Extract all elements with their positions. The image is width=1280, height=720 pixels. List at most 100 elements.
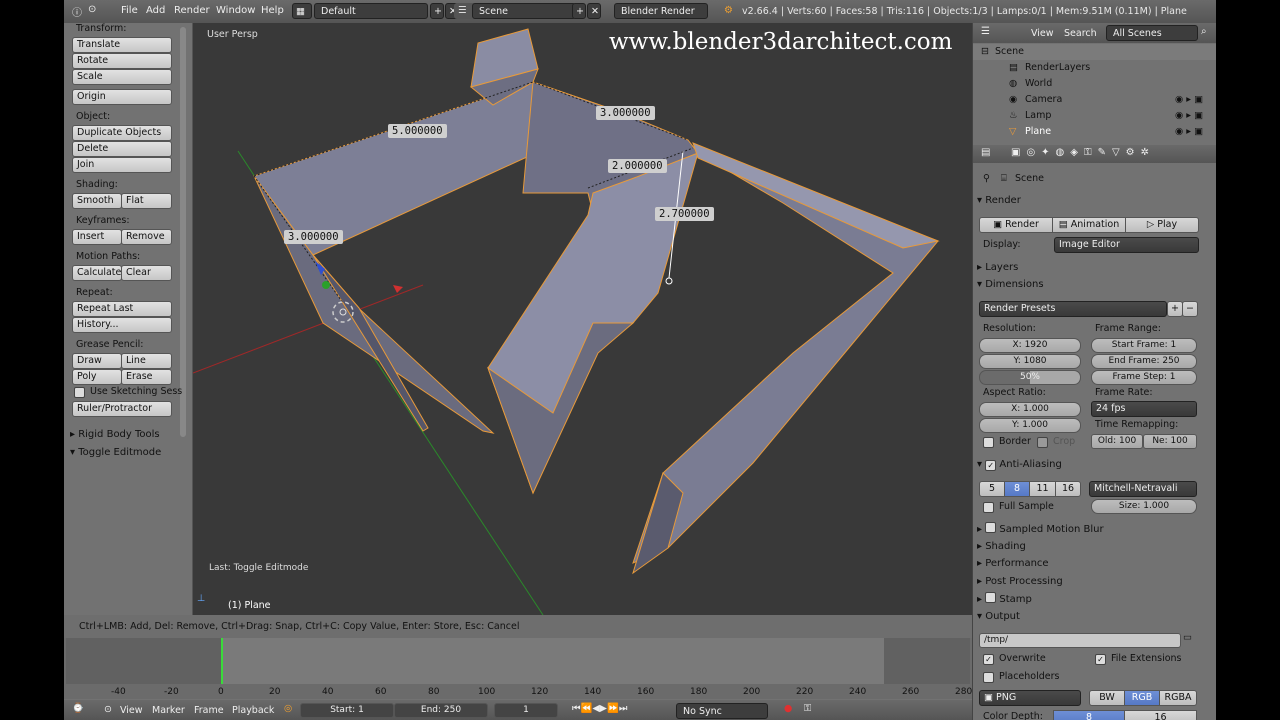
- end-frame-field[interactable]: End: 250: [394, 703, 488, 718]
- menu-toggle-icon[interactable]: ⊙: [104, 704, 112, 715]
- menu-add[interactable]: Add: [146, 5, 165, 16]
- outliner-filter-selector[interactable]: All Scenes: [1106, 25, 1198, 41]
- folder-browse-icon[interactable]: ▭: [1183, 632, 1192, 643]
- duplicate-objects-button[interactable]: Duplicate Objects: [72, 125, 172, 141]
- output-panel-header[interactable]: ▾ Output: [977, 609, 1205, 625]
- timeline-editor[interactable]: -40 -20 0 20 40 60 80 100 120 140 160 18…: [64, 638, 972, 699]
- render-presets-selector[interactable]: Render Presets: [979, 301, 1167, 317]
- search-icon[interactable]: ⌕: [1201, 26, 1207, 37]
- end-frame-field[interactable]: End Frame: 250: [1091, 354, 1197, 369]
- render-panel-header[interactable]: ▾ Render: [977, 193, 1205, 209]
- remove-preset-icon[interactable]: −: [1182, 301, 1198, 317]
- output-path-input[interactable]: /tmp/: [979, 633, 1181, 648]
- scene-close-icon[interactable]: ✕: [587, 3, 601, 19]
- insert-keyframe-button[interactable]: Insert: [72, 229, 122, 245]
- timeline-menu-playback[interactable]: Playback: [232, 705, 274, 716]
- timeline-menu-marker[interactable]: Marker: [152, 705, 185, 716]
- current-frame-field[interactable]: 1: [494, 703, 558, 718]
- start-frame-field[interactable]: Start Frame: 1: [1091, 338, 1197, 353]
- menu-help[interactable]: Help: [261, 5, 284, 16]
- outliner-row-plane[interactable]: ▽ Plane ◉ ▸ ▣: [973, 124, 1216, 140]
- frame-rate-selector[interactable]: 24 fps: [1091, 401, 1197, 417]
- outliner-row-world[interactable]: ◍ World: [973, 76, 1216, 92]
- aspect-y-field[interactable]: Y: 1.000: [979, 418, 1081, 433]
- toggle-editmode-panel-header[interactable]: ▾ Toggle Editmode: [70, 447, 161, 458]
- motion-blur-panel-header[interactable]: ▸ Sampled Motion Blur: [977, 521, 1205, 537]
- ruler-protractor-button[interactable]: Ruler/Protractor: [72, 401, 172, 417]
- aspect-x-field[interactable]: X: 1.000: [979, 402, 1081, 417]
- color-mode-rgba[interactable]: RGBA: [1159, 690, 1197, 706]
- record-icon[interactable]: ●: [784, 703, 792, 714]
- outliner-editor-icon[interactable]: ☰: [981, 26, 990, 37]
- anti-aliasing-checkbox[interactable]: ✓: [985, 460, 997, 471]
- add-preset-icon[interactable]: +: [1167, 301, 1183, 317]
- resolution-y-field[interactable]: Y: 1080: [979, 354, 1081, 369]
- scene-add-icon[interactable]: +: [572, 3, 586, 19]
- time-remap-old-field[interactable]: Old: 100: [1091, 434, 1143, 449]
- menu-window[interactable]: Window: [216, 5, 255, 16]
- full-sample-checkbox[interactable]: [983, 502, 994, 513]
- color-mode-rgb[interactable]: RGB: [1124, 690, 1160, 706]
- sketching-checkbox[interactable]: [74, 387, 85, 398]
- keying-set-icon[interactable]: ⚿: [804, 703, 811, 714]
- color-mode-bw[interactable]: BW: [1089, 690, 1125, 706]
- 3d-viewport[interactable]: User Persp www.blender3darchitect.com 5.…: [193, 23, 972, 615]
- placeholders-checkbox[interactable]: [983, 672, 994, 683]
- filter-size-field[interactable]: Size: 1.000: [1091, 499, 1197, 514]
- draw-button[interactable]: Draw: [72, 353, 122, 369]
- playback-controls-icon[interactable]: ⏮⏪◀▶⏩⏭: [572, 703, 627, 714]
- menu-toggle-icon[interactable]: ⊙: [88, 4, 96, 15]
- erase-button[interactable]: Erase: [121, 369, 172, 385]
- rotate-button[interactable]: Rotate: [72, 53, 172, 69]
- poly-button[interactable]: Poly: [72, 369, 122, 385]
- flat-button[interactable]: Flat: [121, 193, 172, 209]
- render-engine-selector[interactable]: Blender Render: [614, 3, 708, 19]
- color-depth-16[interactable]: 16: [1124, 710, 1197, 720]
- current-frame-marker[interactable]: [221, 638, 223, 684]
- outliner-row-lamp[interactable]: ♨ Lamp ◉ ▸ ▣: [973, 108, 1216, 124]
- clear-button[interactable]: Clear: [121, 265, 172, 281]
- properties-editor-icon[interactable]: ▤: [981, 147, 990, 158]
- dimensions-panel-header[interactable]: ▾ Dimensions: [977, 277, 1205, 293]
- preview-range-icon[interactable]: ◎: [284, 703, 292, 714]
- resolution-x-field[interactable]: X: 1920: [979, 338, 1081, 353]
- crop-checkbox[interactable]: [1037, 437, 1048, 448]
- motion-blur-checkbox[interactable]: [985, 522, 997, 533]
- aa-samples-8[interactable]: 8: [1004, 481, 1030, 497]
- calculate-button[interactable]: Calculate: [72, 265, 122, 281]
- aa-samples-5[interactable]: 5: [979, 481, 1005, 497]
- delete-button[interactable]: Delete: [72, 141, 172, 157]
- timeline-editor-icon[interactable]: ⌚: [72, 703, 84, 714]
- toolshelf-scrollbar[interactable]: [180, 27, 186, 437]
- overwrite-checkbox[interactable]: ✓: [983, 654, 994, 665]
- border-checkbox[interactable]: [983, 437, 994, 448]
- menu-file[interactable]: File: [121, 5, 138, 16]
- timeline-menu-view[interactable]: View: [120, 705, 143, 716]
- aa-samples-11[interactable]: 11: [1029, 481, 1056, 497]
- aa-filter-selector[interactable]: Mitchell-Netravali: [1089, 481, 1197, 497]
- timeline-area[interactable]: [66, 638, 970, 684]
- sync-selector[interactable]: No Sync: [676, 703, 768, 719]
- visibility-eye-icon[interactable]: ◉ ▸ ▣: [1175, 124, 1203, 140]
- render-image-button[interactable]: ▣ Render: [979, 217, 1053, 233]
- start-frame-field[interactable]: Start: 1: [300, 703, 394, 718]
- shading-panel-header[interactable]: ▸ Shading: [977, 539, 1205, 555]
- outliner-row-camera[interactable]: ◉ Camera ◉ ▸ ▣: [973, 92, 1216, 108]
- join-button[interactable]: Join: [72, 157, 172, 173]
- outliner-row-renderlayers[interactable]: ▤ RenderLayers: [973, 60, 1216, 76]
- rigid-body-panel-header[interactable]: ▸ Rigid Body Tools: [70, 429, 160, 440]
- scale-button[interactable]: Scale: [72, 69, 172, 85]
- render-animation-button[interactable]: ▤ Animation: [1052, 217, 1126, 233]
- visibility-eye-icon[interactable]: ◉ ▸ ▣: [1175, 92, 1203, 108]
- anti-aliasing-panel-header[interactable]: ▾ ✓ Anti-Aliasing: [977, 457, 1205, 473]
- aa-samples-16[interactable]: 16: [1055, 481, 1081, 497]
- origin-button[interactable]: Origin: [72, 89, 172, 105]
- info-editor-icon[interactable]: ⓘ: [72, 4, 82, 19]
- timeline-menu-frame[interactable]: Frame: [194, 705, 224, 716]
- history-button[interactable]: History...: [72, 317, 172, 333]
- translate-button[interactable]: Translate: [72, 37, 172, 53]
- stamp-panel-header[interactable]: ▸ Stamp: [977, 591, 1205, 607]
- file-format-selector[interactable]: ▣ PNG: [979, 690, 1081, 706]
- menu-render[interactable]: Render: [174, 5, 210, 16]
- post-processing-panel-header[interactable]: ▸ Post Processing: [977, 574, 1205, 590]
